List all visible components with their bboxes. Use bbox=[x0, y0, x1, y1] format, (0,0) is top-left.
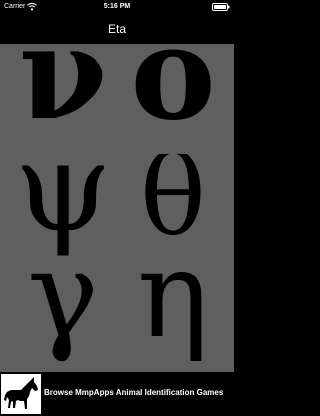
letter-choice-4[interactable]: θ bbox=[120, 154, 226, 260]
navigation-bar: Eta bbox=[0, 14, 234, 44]
letter-glyph: γ bbox=[27, 264, 99, 365]
letter-glyph: ο bbox=[130, 44, 215, 149]
letter-choice-5[interactable]: γ bbox=[10, 264, 116, 372]
ad-banner-text: Browse MmpApps Animal Identification Gam… bbox=[44, 388, 224, 397]
letter-glyph: η bbox=[137, 264, 209, 365]
ad-banner[interactable]: Browse MmpApps Animal Identification Gam… bbox=[0, 372, 234, 416]
letter-glyph: θ bbox=[140, 154, 206, 260]
app-screen: Carrier 5:16 PM Eta ν ο ψ θ γ η Browse M… bbox=[0, 0, 234, 416]
horse-icon bbox=[4, 377, 38, 409]
status-bar: Carrier 5:16 PM bbox=[0, 0, 234, 14]
ad-logo bbox=[1, 374, 41, 414]
battery-icon bbox=[212, 3, 230, 11]
letter-glyph: ψ bbox=[14, 154, 111, 260]
letter-choice-grid: ν ο ψ θ γ η bbox=[0, 44, 234, 372]
letter-choice-6[interactable]: η bbox=[120, 264, 226, 372]
letter-choice-2[interactable]: ο bbox=[120, 44, 226, 150]
page-title: Eta bbox=[107, 22, 126, 36]
letter-glyph: ν bbox=[19, 44, 108, 149]
letter-choice-3[interactable]: ψ bbox=[10, 154, 116, 260]
letter-choice-1[interactable]: ν bbox=[10, 44, 116, 150]
status-clock: 5:16 PM bbox=[103, 3, 131, 10]
